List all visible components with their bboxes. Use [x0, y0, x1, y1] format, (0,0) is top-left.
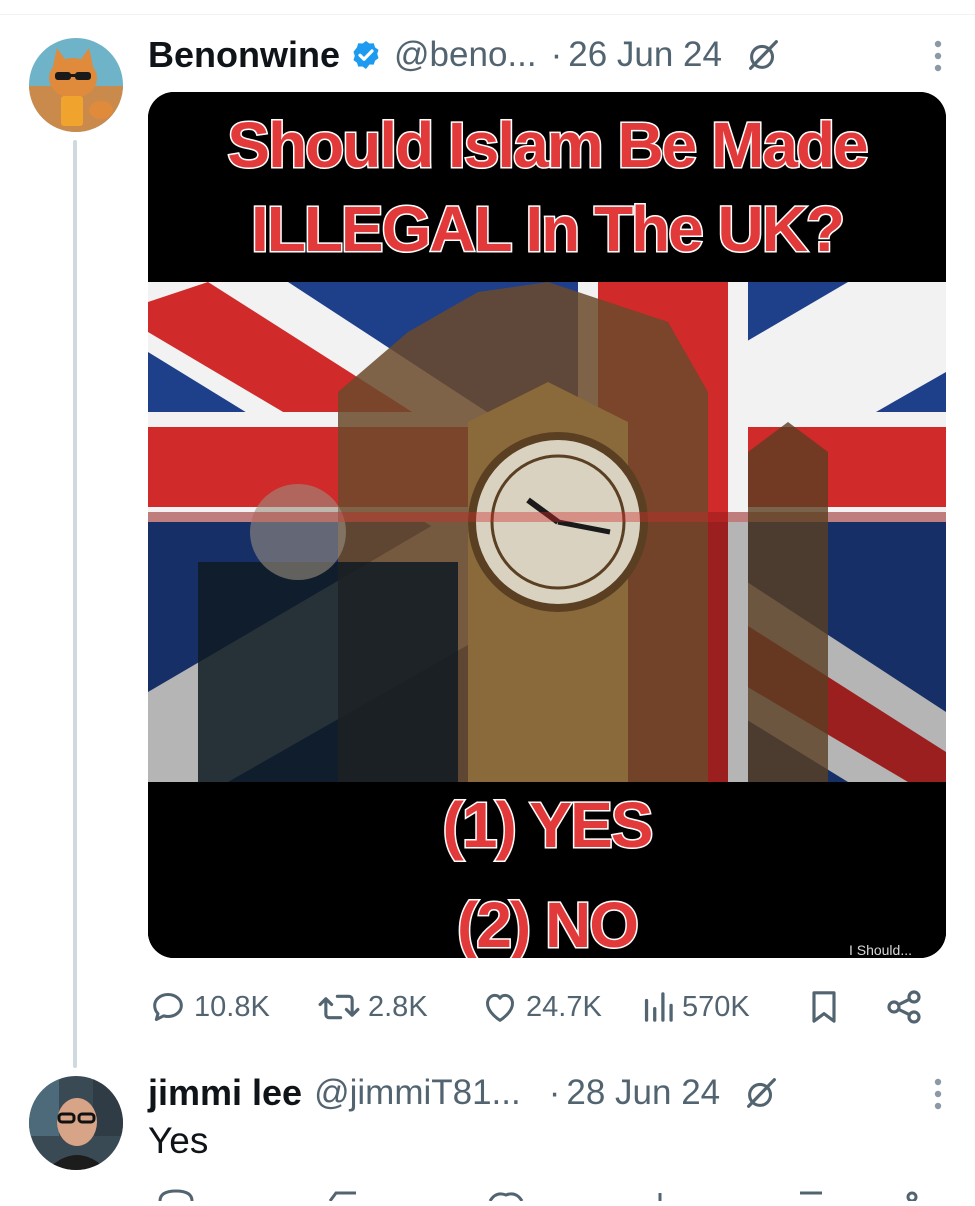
bookmark-button[interactable]	[804, 982, 850, 1032]
avatar[interactable]	[29, 1076, 123, 1170]
meme-question-line-1: Should Islam Be Made	[226, 108, 870, 183]
reply-button[interactable]: 10.8K	[148, 982, 270, 1032]
views-button[interactable]: 570K	[640, 982, 750, 1032]
meme-option-no: (2) NO	[456, 888, 641, 959]
reply-text: Yes	[148, 1120, 209, 1161]
verified-badge-icon	[353, 41, 379, 69]
tweet-action-bar: 10.8K 2.8K 24.7K 570K	[148, 982, 938, 1032]
meme-option-yes: (1) YES	[441, 788, 655, 863]
retweet-count: 2.8K	[368, 990, 428, 1023]
share-icon	[887, 990, 921, 1024]
bookmark-icon	[812, 991, 836, 1023]
reply-icon	[153, 993, 183, 1021]
reply-action-bar-partial	[0, 1188, 975, 1203]
reply-date[interactable]: 28 Jun 24	[566, 1073, 720, 1113]
reply-display-name[interactable]: jimmi lee	[148, 1072, 302, 1114]
thread-line	[73, 140, 77, 1068]
grok-icon[interactable]	[742, 1074, 780, 1112]
partial-action-icons	[158, 1189, 918, 1203]
display-name[interactable]: Benonwine	[148, 34, 340, 76]
retweet-button[interactable]: 2.8K	[316, 982, 428, 1032]
tweet-date[interactable]: 26 Jun 24	[568, 35, 722, 75]
user-handle[interactable]: @beno...	[394, 35, 537, 75]
separator-dot: ·	[550, 35, 563, 74]
reply-count: 10.8K	[194, 990, 270, 1023]
avatar[interactable]	[29, 38, 123, 132]
top-divider	[0, 14, 975, 15]
man-avatar-icon	[29, 1076, 123, 1170]
retweet-icon	[318, 994, 360, 1020]
heart-icon	[486, 993, 514, 1022]
meme-question-line-2: ILLEGAL In The UK?	[249, 192, 846, 267]
like-button[interactable]: 24.7K	[480, 982, 602, 1032]
tweet-media-image[interactable]: Should Islam Be Made ILLEGAL In The UK? …	[148, 92, 946, 958]
like-count: 24.7K	[526, 990, 602, 1023]
more-options-icon[interactable]	[931, 1074, 945, 1114]
views-icon	[644, 992, 673, 1022]
separator-dot: ·	[548, 1073, 561, 1112]
share-button[interactable]	[884, 982, 930, 1032]
tweet-header: Benonwine @beno... · 26 Jun 24	[148, 30, 945, 80]
more-options-icon[interactable]	[931, 36, 945, 76]
image-watermark: I Should...	[848, 942, 912, 958]
grok-icon[interactable]	[744, 36, 782, 74]
views-count: 570K	[682, 990, 750, 1023]
cat-avatar-icon	[29, 38, 123, 132]
reply-header: jimmi lee @jimmiT81... · 28 Jun 24	[148, 1068, 945, 1118]
reply-user-handle[interactable]: @jimmiT81...	[314, 1073, 521, 1113]
